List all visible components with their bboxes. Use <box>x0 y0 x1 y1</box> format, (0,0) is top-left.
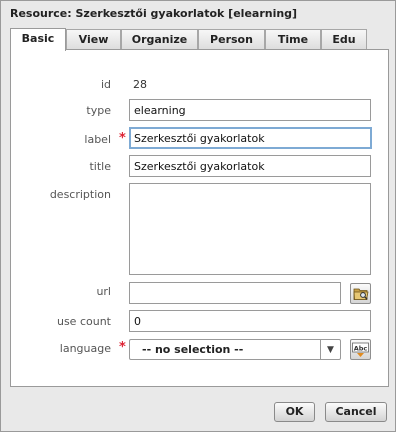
spellcheck-text: Abc <box>354 344 368 352</box>
language-select[interactable]: -- no selection -- ▼ <box>129 339 341 360</box>
tab-person[interactable]: Person <box>198 29 265 50</box>
label-field[interactable] <box>129 127 372 149</box>
tab-time[interactable]: Time <box>265 29 321 50</box>
language-label: language <box>59 342 111 355</box>
description-label: description <box>49 188 111 201</box>
tab-edu[interactable]: Edu <box>321 29 367 50</box>
tab-organize[interactable]: Organize <box>121 29 198 50</box>
dialog-title: Resource: Szerkesztői gyakorlatok [elear… <box>10 7 298 20</box>
description-field[interactable] <box>129 183 371 275</box>
tab-view[interactable]: View <box>66 29 121 50</box>
language-required-mark: * <box>119 340 126 355</box>
language-selected-value: -- no selection -- <box>142 343 244 356</box>
tab-basic[interactable]: Basic <box>10 28 66 51</box>
id-label: id <box>100 78 111 91</box>
url-field[interactable] <box>129 282 341 304</box>
chevron-down-icon[interactable]: ▼ <box>320 340 340 359</box>
abc-spellcheck-icon[interactable]: Abc <box>350 339 371 360</box>
folder-browse-icon[interactable] <box>350 283 371 304</box>
label-label: label <box>84 133 111 146</box>
use-count-field[interactable] <box>129 310 371 332</box>
label-required-mark: * <box>119 131 126 146</box>
use-count-label: use count <box>56 315 111 328</box>
ok-button[interactable]: OK <box>274 402 315 422</box>
title-field[interactable] <box>129 155 371 177</box>
type-field[interactable] <box>129 99 371 121</box>
url-label: url <box>96 285 111 298</box>
tab-bar: Basic View Organize Person Time Edu <box>10 28 390 51</box>
resource-dialog: Resource: Szerkesztői gyakorlatok [elear… <box>0 0 396 432</box>
id-value: 28 <box>133 78 147 91</box>
cancel-button[interactable]: Cancel <box>325 402 387 422</box>
title-label: title <box>89 160 111 173</box>
type-label: type <box>86 104 111 117</box>
